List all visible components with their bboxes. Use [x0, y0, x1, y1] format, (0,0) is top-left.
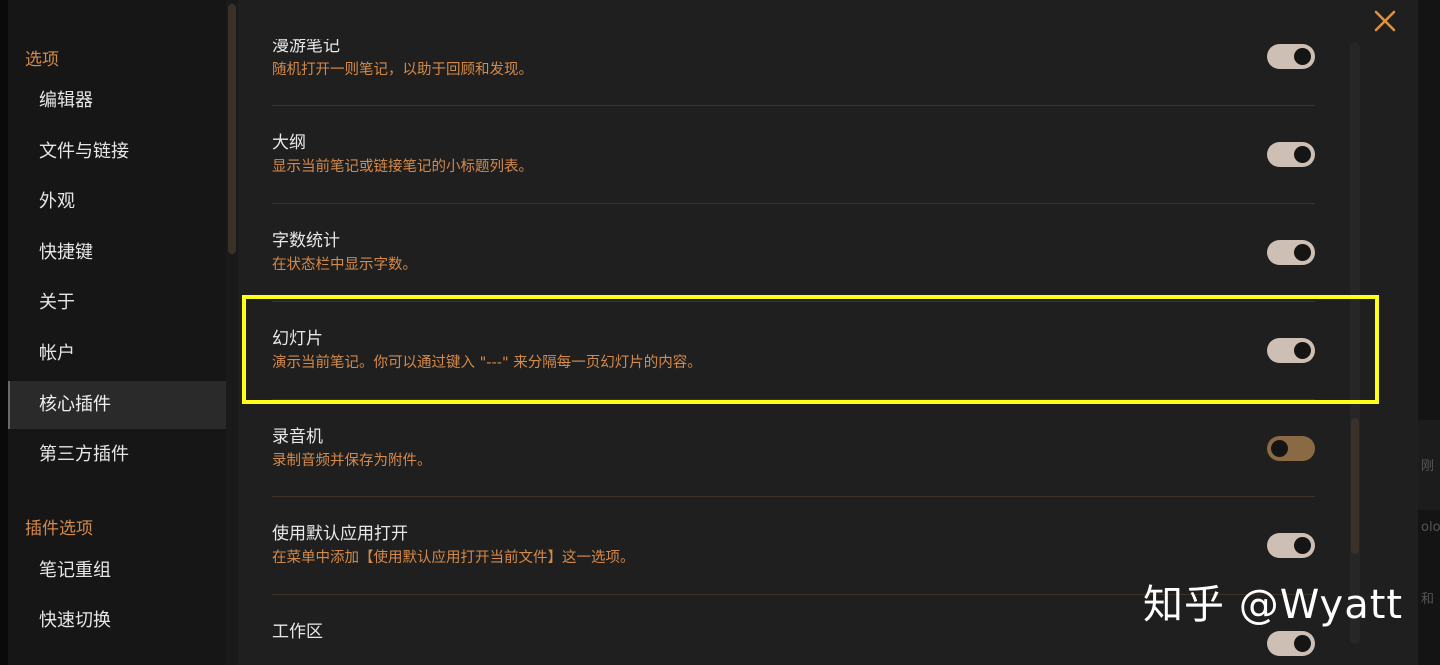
sidebar-item-quick-switcher[interactable]: 快速切换: [8, 597, 226, 645]
plugin-name: 漫游笔记: [272, 36, 340, 56]
sidebar-item-core-plugins[interactable]: 核心插件: [8, 381, 226, 429]
sidebar-heading-plugin-options: 插件选项: [25, 519, 93, 539]
plugin-name: 工作区: [272, 622, 323, 642]
plugin-name: 字数统计: [272, 231, 340, 251]
plugin-toggle-workspaces[interactable]: [1267, 631, 1315, 656]
plugin-row-slides: 幻灯片 演示当前笔记。你可以通过键入 "---" 来分隔每一页幻灯片的内容。: [272, 324, 1315, 374]
plugin-description: 在状态栏中显示字数。: [272, 257, 417, 273]
plugin-row-random-note: 漫游笔记 随机打开一则笔记，以助于回顾和发现。: [272, 31, 1315, 81]
background-text-fragment: olo: [1421, 520, 1440, 535]
sidebar-item-account[interactable]: 帐户: [8, 330, 226, 378]
sidebar-scrollbar-thumb[interactable]: [228, 4, 236, 254]
sidebar-item-editor[interactable]: 编辑器: [8, 77, 226, 125]
toggle-knob: [1294, 244, 1311, 261]
divider: [272, 399, 1315, 400]
settings-sidebar: 选项 编辑器 文件与链接 外观 快捷键 关于 帐户 核心插件 第三方插件 插件选…: [0, 0, 226, 665]
toggle-knob: [1294, 146, 1311, 163]
sidebar-edge: [0, 0, 8, 665]
toggle-knob: [1294, 537, 1311, 554]
plugin-description: 录制音频并保存为附件。: [272, 453, 432, 469]
sidebar-item-community-plugins[interactable]: 第三方插件: [8, 431, 226, 479]
plugin-row-outline: 大纲 显示当前笔记或链接笔记的小标题列表。: [272, 128, 1315, 178]
background-text-fragment: 和: [1421, 592, 1435, 607]
background-right-panel: [1418, 0, 1440, 665]
plugin-toggle-word-count[interactable]: [1267, 240, 1315, 265]
toggle-knob: [1271, 440, 1288, 457]
plugin-description: 在菜单中添加【使用默认应用打开当前文件】这一选项。: [272, 550, 635, 566]
plugin-toggle-slides[interactable]: [1267, 338, 1315, 363]
plugin-row-open-default-app: 使用默认应用打开 在菜单中添加【使用默认应用打开当前文件】这一选项。: [272, 519, 1315, 569]
sidebar-item-appearance[interactable]: 外观: [8, 178, 226, 226]
sidebar-item-note-composer[interactable]: 笔记重组: [8, 547, 226, 595]
close-button[interactable]: [1370, 6, 1400, 36]
sidebar-heading-options: 选项: [25, 50, 59, 70]
watermark-text: 知乎 @Wyatt: [1143, 582, 1404, 628]
close-icon: [1374, 10, 1396, 32]
plugin-description: 随机打开一则笔记，以助于回顾和发现。: [272, 62, 533, 78]
plugin-name: 使用默认应用打开: [272, 524, 408, 544]
core-plugins-list: 漫游笔记 随机打开一则笔记，以助于回顾和发现。 大纲 显示当前笔记或链接笔记的小…: [240, 0, 1418, 665]
sidebar-item-hotkeys[interactable]: 快捷键: [8, 229, 226, 277]
plugin-row-word-count: 字数统计 在状态栏中显示字数。: [272, 226, 1315, 276]
plugin-name: 大纲: [272, 133, 306, 153]
toggle-knob: [1294, 48, 1311, 65]
plugin-toggle-outline[interactable]: [1267, 142, 1315, 167]
plugin-toggle-random-note[interactable]: [1267, 44, 1315, 69]
divider: [272, 203, 1315, 204]
plugin-description: 演示当前笔记。你可以通过键入 "---" 来分隔每一页幻灯片的内容。: [272, 355, 702, 371]
plugin-name: 录音机: [272, 427, 323, 447]
sidebar-item-about[interactable]: 关于: [8, 279, 226, 327]
plugin-toggle-open-default-app[interactable]: [1267, 533, 1315, 558]
divider: [272, 301, 1315, 302]
plugin-toggle-audio-recorder[interactable]: [1267, 436, 1315, 461]
sidebar-item-files-links[interactable]: 文件与链接: [8, 128, 226, 176]
plugin-row-audio-recorder: 录音机 录制音频并保存为附件。: [272, 422, 1315, 472]
divider: [272, 105, 1315, 106]
toggle-knob: [1294, 342, 1311, 359]
background-text-fragment: 刚: [1421, 459, 1435, 474]
divider: [272, 496, 1315, 497]
plugin-description: 显示当前笔记或链接笔记的小标题列表。: [272, 159, 533, 175]
settings-modal: 选项 编辑器 文件与链接 外观 快捷键 关于 帐户 核心插件 第三方插件 插件选…: [0, 0, 1418, 665]
content-scrollbar-thumb[interactable]: [1351, 418, 1359, 554]
toggle-knob: [1294, 635, 1311, 652]
plugin-name: 幻灯片: [272, 329, 323, 349]
